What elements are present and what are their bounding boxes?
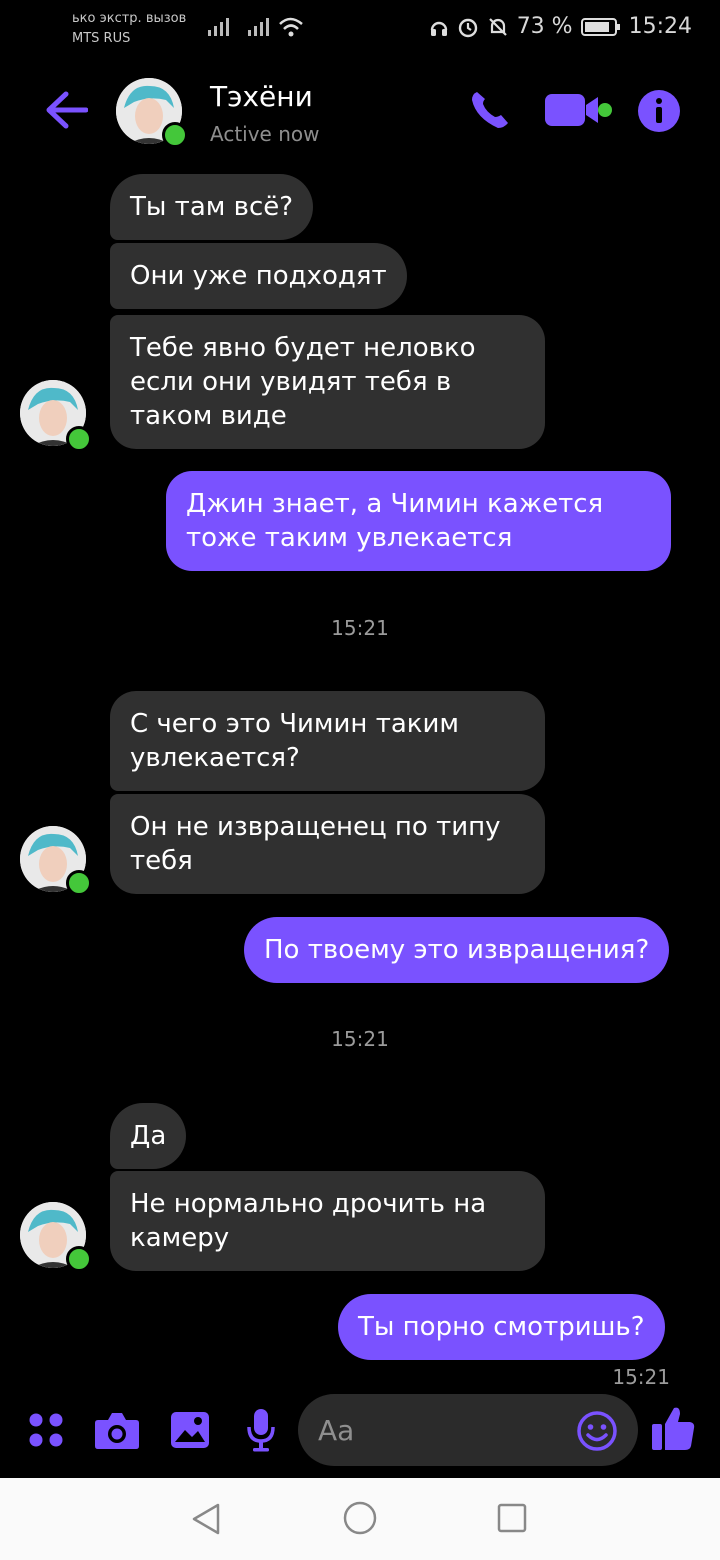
video-icon[interactable] [544,88,614,132]
battery-percent: 73 % [516,14,573,39]
signal-wifi-icon [208,17,303,37]
message-incoming[interactable]: Тебе явно будет неловко если они увидят … [110,315,545,449]
online-indicator [66,426,92,452]
presence-status: Active now [210,122,320,146]
message-incoming[interactable]: Не нормально дрочить на камеру [110,1171,545,1271]
camera-icon[interactable] [94,1410,140,1450]
message-outgoing[interactable]: Ты порно смотришь? [338,1294,665,1360]
online-indicator [66,870,92,896]
battery-icon [580,17,620,36]
online-indicator [66,1246,92,1272]
nav-home-icon[interactable] [342,1500,378,1536]
carrier-line-1: ько экстр. вызов [72,11,187,26]
alarm-icon [458,18,477,37]
message-incoming[interactable]: С чего это Чимин таким увлекается? [110,691,545,791]
apps-icon[interactable] [28,1412,64,1448]
headphones-icon [430,21,447,36]
message-incoming[interactable]: Он не извращенец по типу тебя [110,794,545,894]
online-indicator [162,122,188,148]
status-bar-right: 73 % 15:24 [429,14,692,39]
message-outgoing[interactable]: Джин знает, а Чимин кажется тоже таким у… [166,471,671,571]
message-input-placeholder: Aa [318,1414,355,1447]
mic-icon[interactable] [246,1408,276,1452]
nav-recents-icon[interactable] [496,1502,528,1534]
nav-back-icon[interactable] [190,1502,222,1536]
contact-name[interactable]: Тэхёни [210,80,313,113]
gallery-icon[interactable] [170,1410,210,1450]
back-arrow-icon[interactable] [44,90,88,130]
message-incoming[interactable]: Ты там всё? [110,174,314,240]
carrier-line-2: MTS RUS [72,31,131,46]
timestamp: 15:21 [331,616,389,640]
thumbs-up-icon[interactable] [650,1404,696,1452]
message-time: 15:21 [612,1365,670,1389]
message-incoming[interactable]: Да [110,1103,187,1169]
mute-bell-icon [488,17,507,36]
timestamp: 15:21 [331,1027,389,1051]
info-icon[interactable] [636,88,682,134]
message-outgoing[interactable]: По твоему это извращения? [244,917,670,983]
phone-icon[interactable] [468,88,512,132]
clock: 15:24 [628,14,692,39]
message-incoming[interactable]: Они уже подходят [110,243,407,309]
emoji-icon[interactable] [576,1410,618,1452]
